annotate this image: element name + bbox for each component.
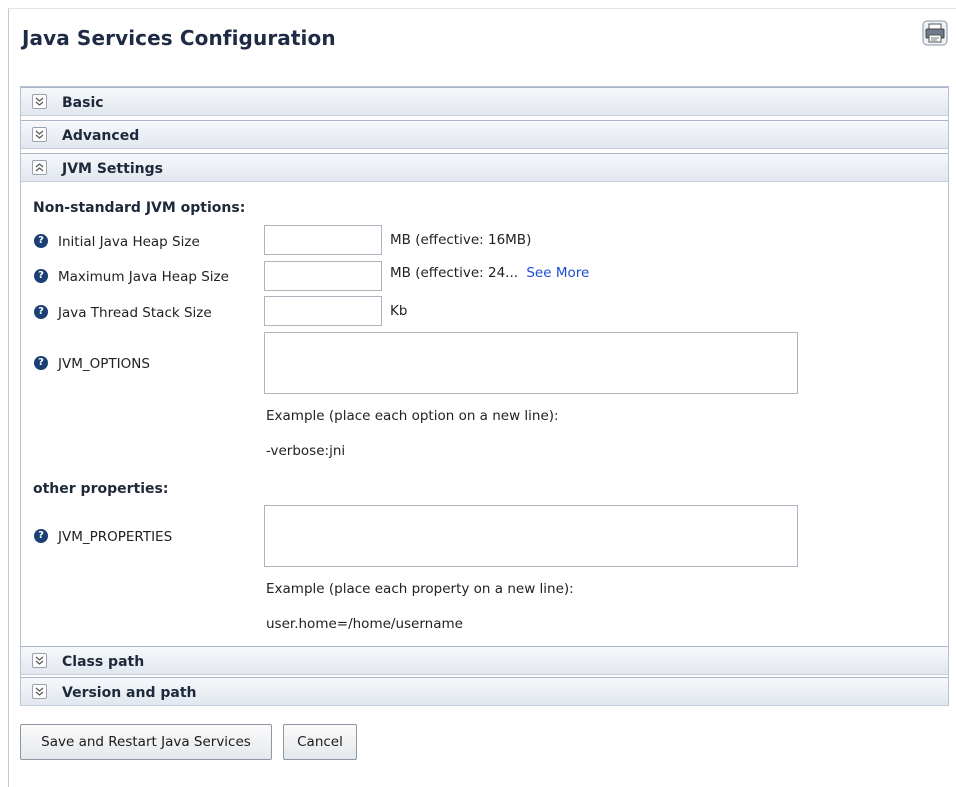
section-label-class-path: Class path: [62, 654, 145, 670]
thread-stack-unit: Kb: [390, 303, 408, 319]
configuration-panel: Basic Advanced JVM Settings Non-standard…: [20, 86, 949, 706]
chevron-double-up-icon: [32, 160, 47, 175]
question-circle-icon[interactable]: ?: [34, 529, 48, 543]
section-label-jvm-settings: JVM Settings: [62, 161, 163, 177]
initial-heap-input[interactable]: [264, 225, 382, 255]
question-circle-icon[interactable]: ?: [34, 269, 48, 283]
jvm-options-textarea[interactable]: [264, 332, 798, 394]
max-heap-label: Maximum Java Heap Size: [58, 269, 229, 285]
thread-stack-label: Java Thread Stack Size: [58, 305, 212, 321]
section-label-advanced: Advanced: [62, 128, 140, 144]
print-button[interactable]: [921, 19, 949, 47]
chevron-double-down-icon: [32, 684, 47, 699]
chevron-double-down-icon: [32, 94, 47, 109]
jvm-options-label: JVM_OPTIONS: [58, 356, 150, 372]
max-heap-effective: MB (effective: 24... See More: [390, 265, 589, 281]
question-circle-icon[interactable]: ?: [34, 356, 48, 370]
section-header-basic[interactable]: Basic: [21, 87, 948, 116]
jvm-properties-label: JVM_PROPERTIES: [58, 529, 173, 545]
section-header-class-path[interactable]: Class path: [21, 646, 948, 675]
other-properties-heading: other properties:: [33, 481, 169, 497]
page-title: Java Services Configuration: [22, 26, 336, 50]
section-label-version-and-path: Version and path: [62, 685, 197, 701]
jvm-options-example-value: -verbose:jni: [266, 443, 346, 459]
max-heap-effective-text: MB (effective: 24...: [390, 265, 519, 281]
thread-stack-input[interactable]: [264, 296, 382, 326]
jvm-properties-example-value: user.home=/home/username: [266, 616, 463, 632]
cancel-button[interactable]: Cancel: [283, 724, 357, 760]
initial-heap-effective: MB (effective: 16MB): [390, 232, 532, 248]
section-header-version-and-path[interactable]: Version and path: [21, 677, 948, 706]
section-header-advanced[interactable]: Advanced: [21, 120, 948, 149]
jvm-properties-textarea[interactable]: [264, 505, 798, 567]
max-heap-input[interactable]: [264, 261, 382, 291]
initial-heap-label: Initial Java Heap Size: [58, 234, 200, 250]
section-label-basic: Basic: [62, 95, 104, 111]
printer-icon: [922, 20, 948, 46]
question-circle-icon[interactable]: ?: [34, 305, 48, 319]
nonstandard-jvm-heading: Non-standard JVM options:: [33, 200, 246, 216]
chevron-double-down-icon: [32, 653, 47, 668]
chevron-double-down-icon: [32, 127, 47, 142]
question-circle-icon[interactable]: ?: [34, 234, 48, 248]
see-more-link[interactable]: See More: [526, 265, 589, 281]
section-header-jvm-settings[interactable]: JVM Settings: [21, 153, 948, 182]
jvm-properties-example: Example (place each property on a new li…: [266, 581, 574, 597]
save-and-restart-button[interactable]: Save and Restart Java Services: [20, 724, 272, 760]
jvm-options-example: Example (place each option on a new line…: [266, 408, 559, 424]
